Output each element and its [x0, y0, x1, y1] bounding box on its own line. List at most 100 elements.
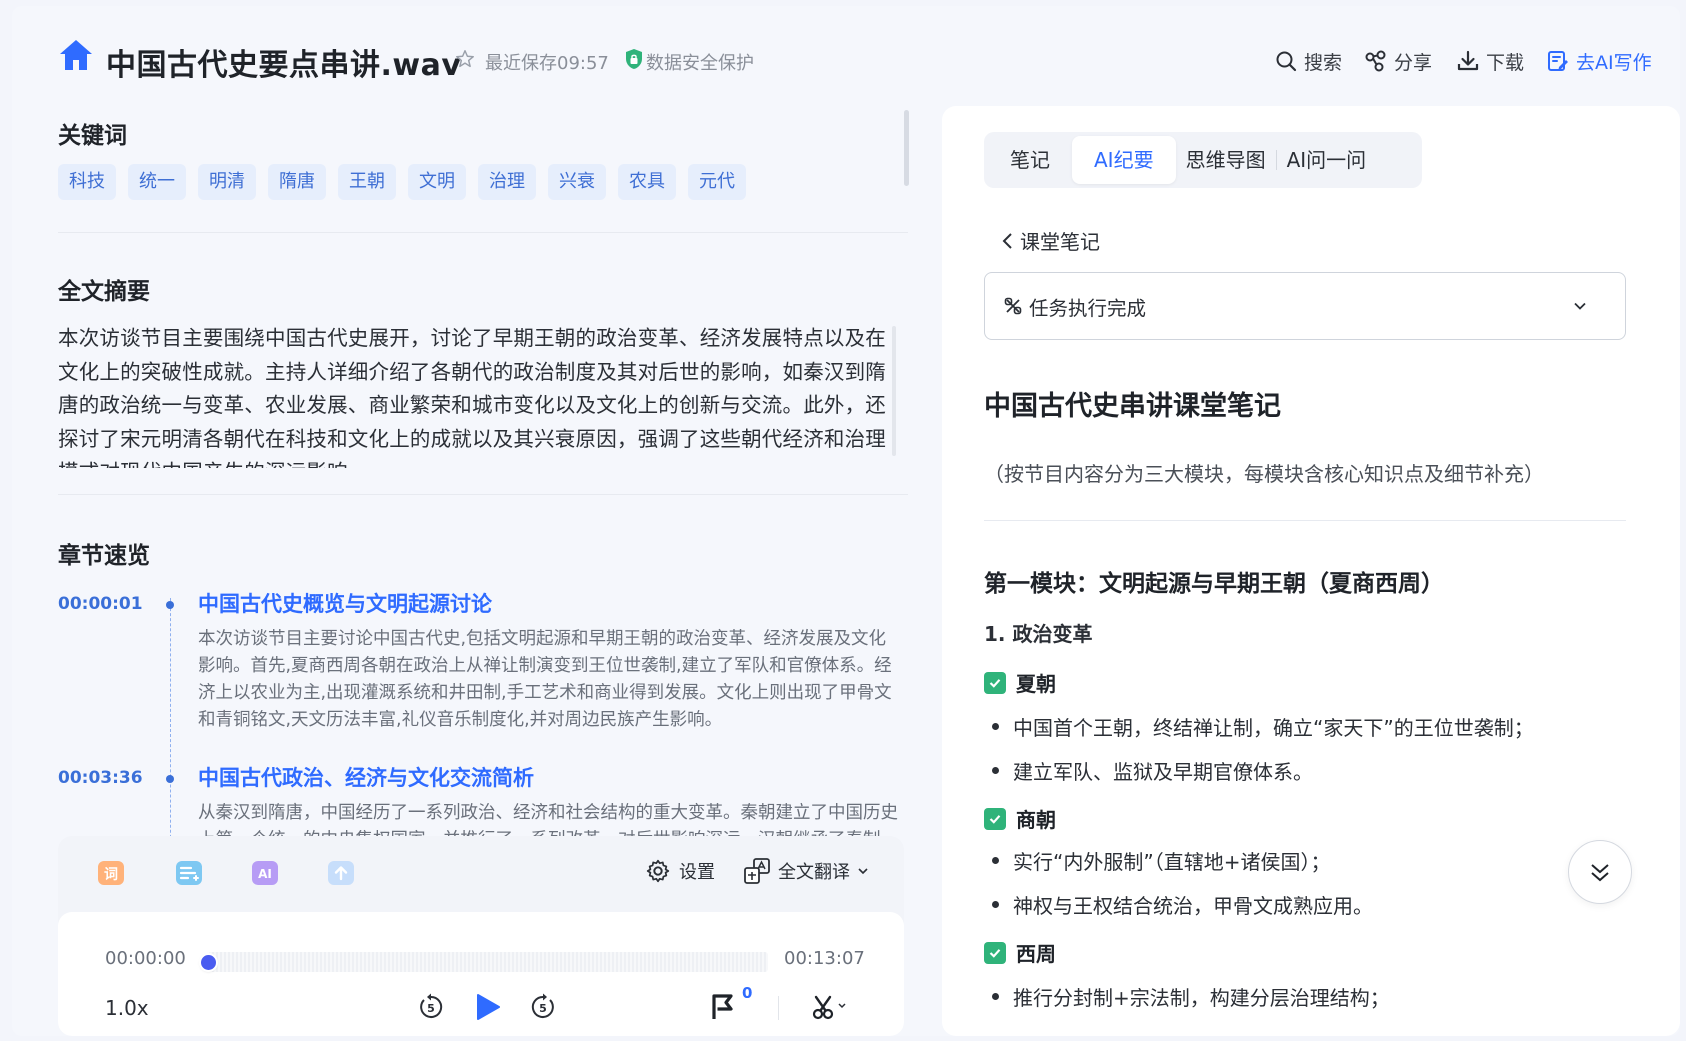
notes-panel: 笔记 AI纪要 思维导图 AI问一问 课堂笔记 任务执行完成 中国古代史串讲课堂… [942, 106, 1680, 1036]
sub-heading: 1. 政治变革 [984, 622, 1093, 646]
star-icon[interactable] [454, 48, 476, 70]
divider [778, 996, 779, 1020]
back-label: 课堂笔记 [1020, 230, 1100, 254]
scroll-down-button[interactable] [1568, 840, 1632, 904]
chapter-desc: 本次访谈节目主要讨论中国古代史,包括文明起源和早期王朝的政治变革、经济发展及文化… [198, 629, 892, 730]
translate-icon [744, 858, 770, 884]
tab-ai-ask[interactable]: AI问一问 [1277, 136, 1377, 184]
settings-button[interactable]: 设置 [645, 858, 715, 884]
speed-button[interactable]: 1.0x [105, 996, 149, 1020]
section-heading: 西周 [984, 938, 1056, 967]
keyword-tag[interactable]: 统一 [128, 164, 186, 200]
keyword-list: 科技 统一 明清 隋唐 王朝 文明 治理 兴衰 农具 元代 [58, 164, 746, 200]
app-window: 中国古代史要点串讲.wav 最近保存09:57 数据安全保护 搜索 分享 下载 … [12, 6, 1680, 1036]
download-icon [1457, 50, 1479, 71]
share-button[interactable]: 分享 [1364, 46, 1432, 76]
task-status-dropdown[interactable]: 任务执行完成 [984, 272, 1626, 340]
keyword-tag[interactable]: 兴衰 [548, 164, 606, 200]
forward-icon[interactable]: 5 [528, 992, 558, 1022]
keyword-tag[interactable]: 农具 [618, 164, 676, 200]
play-icon[interactable] [472, 992, 502, 1022]
divider [58, 232, 908, 233]
total-time: 00:13:07 [784, 948, 865, 969]
bullet-dot [992, 857, 999, 864]
file-title: 中国古代史要点串讲.wav [106, 48, 462, 83]
section-heading: 夏朝 [984, 668, 1056, 697]
checkbox-icon [984, 807, 1006, 830]
bullet-text: 推行分封制+宗法制，构建分层治理结构； [1013, 986, 1390, 1010]
gear-icon [646, 859, 670, 883]
flag-icon[interactable] [708, 992, 738, 1022]
svg-text:AI: AI [258, 867, 272, 881]
home-icon[interactable] [58, 38, 94, 72]
bullet-item: 中国首个王朝，终结禅让制，确立“家天下”的王位世袭制； [992, 712, 1534, 741]
module-title: 第一模块：文明起源与早期王朝（夏商西周） [984, 571, 1444, 597]
timeline-dot [166, 601, 174, 609]
progress-track[interactable] [208, 952, 768, 972]
summary-text: 本次访谈节目主要围绕中国古代史展开，讨论了早期王朝的政治变革、经济发展特点以及在… [58, 326, 886, 468]
translate-label: 全文翻译 [778, 862, 850, 883]
chapter-time[interactable]: 00:03:36 [58, 768, 143, 788]
player-controls: 00:00:00 00:13:07 1.0x 5 5 0 [58, 912, 904, 1036]
section-name: 西周 [1016, 942, 1056, 966]
ai-icon[interactable]: AI [250, 858, 280, 888]
rewind-seconds: 5 [427, 1002, 435, 1015]
keyword-tag[interactable]: 治理 [478, 164, 536, 200]
task-status-text: 任务执行完成 [1029, 296, 1147, 320]
save-status: 最近保存09:57 [485, 53, 609, 74]
keyword-tag[interactable]: 科技 [58, 164, 116, 200]
chapters-title: 章节速览 [58, 543, 150, 569]
download-button[interactable]: 下载 [1456, 46, 1524, 76]
note-title: 中国古代史串讲课堂笔记 [984, 391, 1281, 422]
word-icon[interactable]: 词 [96, 858, 126, 888]
bullet-item: 实行“内外服制”（直辖地+诸侯国）； [992, 846, 1330, 875]
keyword-tag[interactable]: 元代 [688, 164, 746, 200]
rewind-icon[interactable]: 5 [416, 992, 446, 1022]
summary-title: 全文摘要 [58, 279, 150, 305]
upload-icon[interactable] [326, 858, 356, 888]
share-icon [1365, 50, 1386, 72]
tab-notes[interactable]: 笔记 [988, 136, 1072, 184]
summary-scrollbar[interactable] [892, 326, 896, 456]
back-button[interactable]: 课堂笔记 [1000, 226, 1100, 255]
keyword-tag[interactable]: 文明 [408, 164, 466, 200]
bullet-dot [992, 767, 999, 774]
keyword-tag[interactable]: 王朝 [338, 164, 396, 200]
forward-seconds: 5 [539, 1002, 547, 1015]
section-name: 夏朝 [1016, 672, 1056, 696]
section-name: 商朝 [1016, 808, 1056, 832]
section-heading: 商朝 [984, 804, 1056, 833]
timeline-line [170, 598, 171, 842]
keyword-tag[interactable]: 隋唐 [268, 164, 326, 200]
divider [58, 494, 908, 495]
keywords-title: 关键词 [58, 123, 127, 149]
left-scrollbar[interactable] [904, 110, 909, 186]
divider [984, 520, 1626, 521]
ai-write-button[interactable]: 去AI写作 [1546, 46, 1652, 76]
svg-text:词: 词 [104, 867, 118, 883]
search-button[interactable]: 搜索 [1274, 46, 1342, 76]
chevron-down-icon [1574, 302, 1586, 310]
task-icon [1004, 297, 1022, 315]
chapter-time[interactable]: 00:00:01 [58, 594, 143, 614]
chapter-title[interactable]: 中国古代政治、经济与文化交流简析 [198, 762, 534, 792]
timeline-dot [166, 775, 174, 783]
bullet-dot [992, 901, 999, 908]
tab-ai-summary[interactable]: AI纪要 [1072, 136, 1176, 184]
list-icon[interactable] [174, 858, 204, 888]
keyword-tag[interactable]: 明清 [198, 164, 256, 200]
bullet-item: 神权与王权结合统治，甲骨文成熟应用。 [992, 890, 1373, 919]
share-label: 分享 [1394, 51, 1433, 74]
tab-mindmap[interactable]: 思维导图 [1176, 136, 1276, 184]
bullet-text: 建立军队、监狱及早期官僚体系。 [1013, 760, 1313, 784]
note-subtitle: （按节目内容分为三大模块，每模块含核心知识点及细节补充） [984, 462, 1544, 486]
progress-handle[interactable] [201, 955, 216, 970]
ai-write-icon [1548, 51, 1568, 71]
translate-button[interactable]: 全文翻译 [742, 856, 870, 886]
checkbox-icon [984, 941, 1006, 964]
ai-write-label: 去AI写作 [1576, 51, 1652, 74]
scissors-icon[interactable] [810, 992, 850, 1022]
lock-icon [626, 49, 642, 69]
chapter-title[interactable]: 中国古代史概览与文明起源讨论 [198, 588, 492, 618]
bullet-text: 实行“内外服制”（直辖地+诸侯国）； [1013, 850, 1331, 874]
